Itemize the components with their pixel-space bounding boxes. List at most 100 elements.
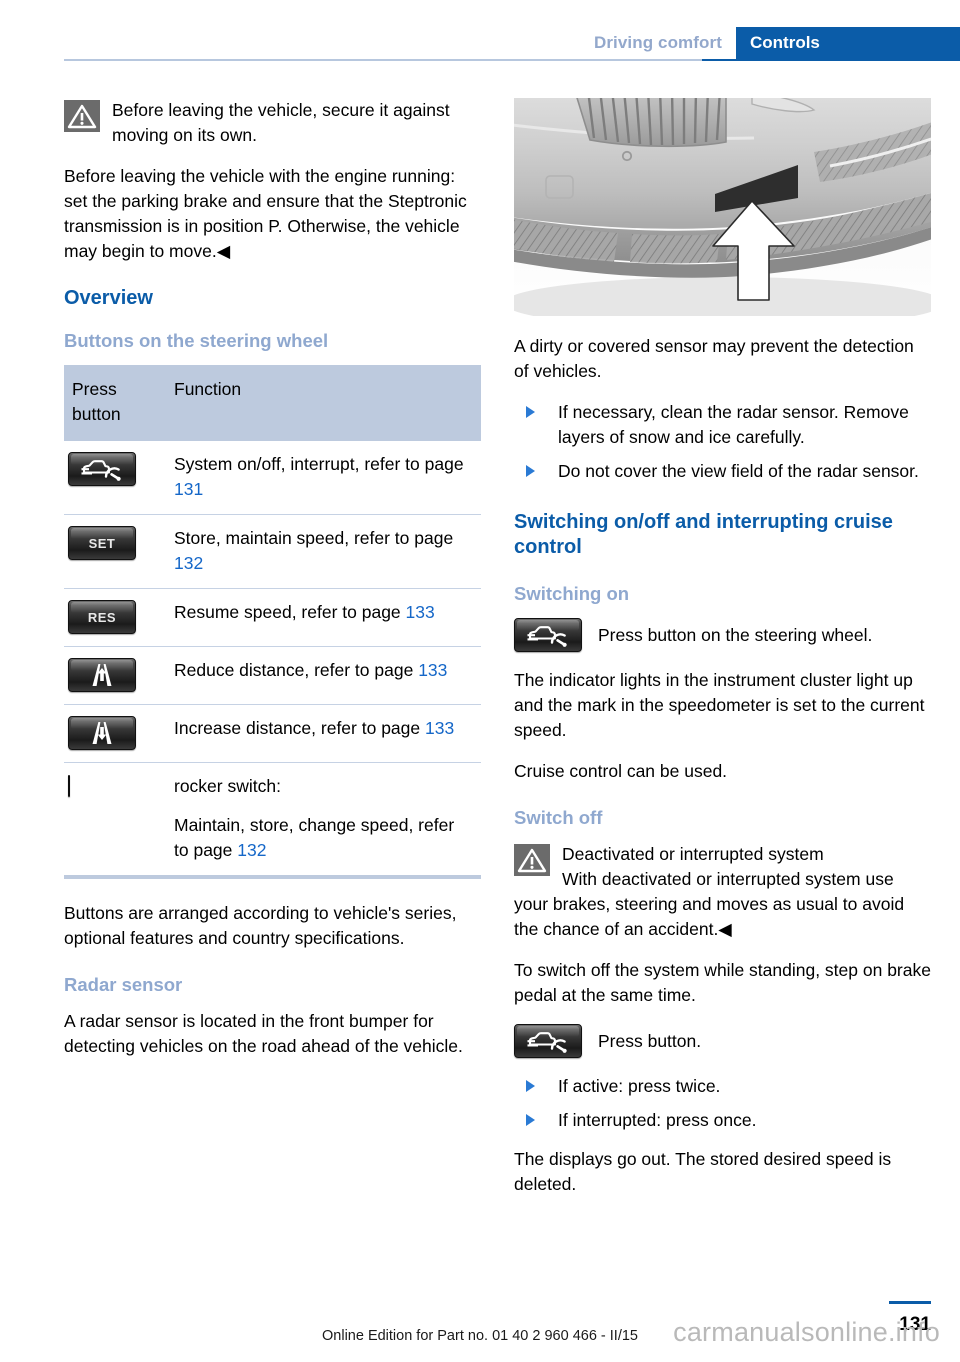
table-row: rocker switch: Maintain, store, change s… (64, 763, 481, 876)
function-text: Resume speed, refer to page (174, 602, 406, 622)
table-cell-icon: SET (64, 514, 166, 589)
heading-buttons-steering-wheel: Buttons on the steering wheel (64, 330, 329, 351)
press-button-steering-text: Press button on the steering wheel. (598, 624, 873, 645)
table-cell-function: Store, maintain speed, refer to page 132 (166, 514, 481, 589)
warning-top-text: Before leaving the vehicle, secure it ag… (112, 100, 450, 145)
res-button-icon: RES (68, 600, 136, 634)
table-cell-icon (64, 646, 166, 705)
table-header-row: Press button Function (64, 365, 481, 441)
list-item: If active: press twice. (514, 1074, 931, 1099)
table-cell-icon (64, 704, 166, 763)
list-item-text: Do not cover the view field of the radar… (558, 461, 919, 481)
page-header: Driving comfort Controls (0, 0, 960, 61)
site-watermark: carmanualsonline.info (673, 1317, 940, 1347)
list-item-text: If necessary, clean the radar sensor. Re… (558, 402, 909, 447)
heading-switching-cruise-control: Switching on/off and interrupting cruise… (514, 511, 893, 558)
cruise-control-button-icon (514, 1024, 582, 1058)
table-row: SET Store, maintain speed, refer to page… (64, 514, 481, 589)
header-divider-accent (702, 59, 960, 61)
table-header-function: Function (166, 365, 481, 441)
left-column: Before leaving the vehicle, secure it ag… (64, 98, 481, 1075)
warning-switch-off-body: With deactivated or interrupted system u… (514, 869, 905, 939)
front-bumper-radar-sensor-photo (514, 98, 931, 316)
page-reference-link[interactable]: 131 (174, 479, 203, 499)
switch-off-bullet-list: If active: press twice. If interrupted: … (514, 1074, 931, 1133)
set-button-icon: SET (68, 526, 136, 560)
rocker-switch-caption: rocker switch: (174, 776, 281, 796)
figure-graphic (514, 98, 931, 316)
warning-block-top: Before leaving the vehicle, secure it ag… (64, 98, 481, 148)
header-section-label: Controls (736, 27, 960, 59)
left-paragraph-3: A radar sensor is located in the front b… (64, 1011, 463, 1056)
table-cell-icon: RES (64, 588, 166, 647)
table-row: RES Resume speed, refer to page 133 (64, 588, 481, 647)
triangle-bullet-icon (526, 1114, 535, 1126)
right-paragraph-3: Cruise control can be used. (514, 761, 728, 781)
table-cell-function: System on/off, interrupt, refer to page … (166, 441, 481, 515)
heading-radar-sensor: Radar sensor (64, 974, 183, 995)
page-reference-link[interactable]: 132 (237, 840, 266, 860)
function-text: Increase distance, refer to page (174, 718, 425, 738)
page-reference-link[interactable]: 133 (406, 602, 435, 622)
header-chapter-label: Driving comfort (593, 33, 722, 52)
radar-care-bullet-list: If necessary, clean the radar sensor. Re… (514, 400, 931, 484)
right-paragraph-5: The displays go out. The stored desired … (514, 1149, 892, 1194)
function-text: System on/off, interrupt, refer to page (174, 454, 464, 474)
page-footer: 131 Online Edition for Part no. 01 40 2 … (0, 1282, 960, 1362)
left-paragraph-2: Buttons are arranged according to vehicl… (64, 903, 457, 948)
triangle-bullet-icon (526, 406, 535, 418)
right-paragraph-1: A dirty or covered sensor may prevent th… (514, 336, 914, 381)
rocker-switch-icon (68, 775, 70, 797)
list-item: Do not cover the view field of the radar… (514, 459, 931, 484)
right-paragraph-2: The indicator lights in the instrument c… (514, 670, 925, 740)
table-cell-icon (64, 441, 166, 515)
heading-overview: Overview (64, 287, 153, 309)
warning-block-switch-off: Deactivated or interrupted system With d… (514, 842, 931, 942)
table-row: Reduce distance, refer to page 133 (64, 646, 481, 705)
list-item-text: If active: press twice. (558, 1076, 721, 1096)
header-breadcrumb: Driving comfort Controls (594, 27, 960, 59)
rocker-switch-function: Maintain, store, change speed, refer to … (174, 813, 473, 863)
press-button-row: Press button. (514, 1024, 931, 1058)
warning-switch-off-title: Deactivated or interrupted system (562, 844, 824, 864)
res-button-label: RES (87, 609, 117, 625)
list-item-text: If interrupted: press once. (558, 1110, 757, 1130)
steering-wheel-buttons-table: Press button Function System on/off, int… (64, 365, 481, 879)
set-button-label: SET (88, 535, 116, 551)
table-footer-rule-row (64, 875, 481, 879)
footer-accent-rule (889, 1301, 931, 1304)
triangle-bullet-icon (526, 465, 535, 477)
reduce-distance-button-icon (68, 658, 136, 692)
function-text: Maintain, store, change speed, refer to … (174, 815, 455, 860)
right-column: A dirty or covered sensor may prevent th… (514, 98, 931, 1213)
table-cell-function: rocker switch: Maintain, store, change s… (166, 763, 481, 876)
warning-triangle-icon (514, 844, 550, 876)
table-row: Increase distance, refer to page 133 (64, 704, 481, 763)
heading-switch-off: Switch off (514, 807, 603, 828)
function-text: Reduce distance, refer to page (174, 660, 419, 680)
table-cell-function: Resume speed, refer to page 133 (166, 588, 481, 647)
warning-triangle-icon (64, 100, 100, 132)
table-row: System on/off, interrupt, refer to page … (64, 441, 481, 515)
table-header-press-button: Press button (64, 365, 166, 441)
cruise-control-button-icon (514, 618, 582, 652)
press-button-steering-row: Press button on the steering wheel. (514, 618, 931, 652)
left-paragraph-1: Before leaving the vehicle with the engi… (64, 166, 467, 261)
manual-page: Driving comfort Controls Before leaving … (0, 0, 960, 1362)
list-item: If necessary, clean the radar sensor. Re… (514, 400, 931, 450)
press-button-text: Press button. (598, 1030, 702, 1051)
increase-distance-button-icon (68, 716, 136, 750)
page-reference-link[interactable]: 132 (174, 553, 203, 573)
triangle-bullet-icon (526, 1080, 535, 1092)
table-cell-icon (64, 763, 166, 876)
page-reference-link[interactable]: 133 (418, 660, 447, 680)
page-reference-link[interactable]: 133 (425, 718, 454, 738)
list-item: If interrupted: press once. (514, 1108, 931, 1133)
right-paragraph-4: To switch off the system while standing,… (514, 960, 931, 1005)
table-footer-rule (64, 875, 481, 879)
table-cell-function: Reduce distance, refer to page 133 (166, 646, 481, 705)
table-cell-function: Increase distance, refer to page 133 (166, 704, 481, 763)
function-text: Store, maintain speed, refer to page (174, 528, 454, 548)
heading-switching-on: Switching on (514, 583, 630, 604)
cruise-control-button-icon (68, 452, 136, 486)
